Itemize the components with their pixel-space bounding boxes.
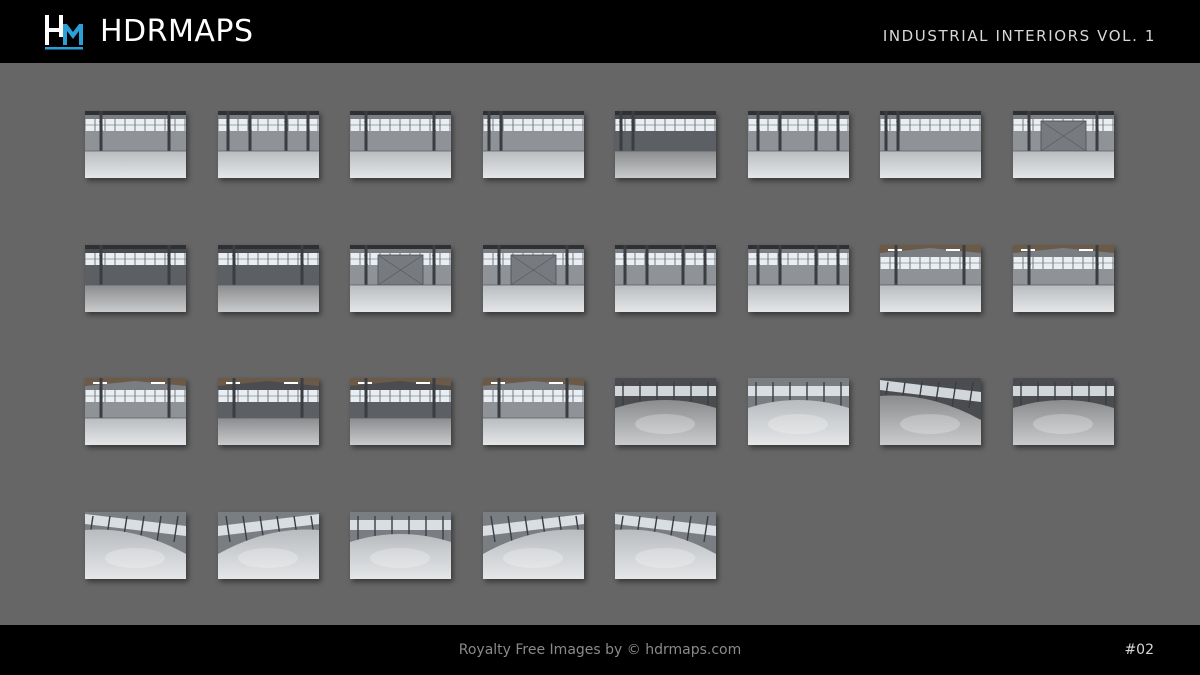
hdri-thumbnail[interactable] [615,378,716,445]
hdri-thumbnail[interactable] [748,245,849,312]
hdri-thumbnail[interactable] [880,378,981,445]
thumbnail-image [880,378,981,445]
logo[interactable]: HDRMAPS [44,14,254,50]
hdri-thumbnail[interactable] [350,111,451,178]
thumbnail-image [350,245,451,312]
hdri-thumbnail[interactable] [350,245,451,312]
thumbnail-image [350,512,451,579]
hdri-thumbnail[interactable] [615,245,716,312]
hdri-thumbnail[interactable] [85,111,186,178]
collection-title: INDUSTRIAL INTERIORS VOL. 1 [882,26,1156,45]
footer-bar: Royalty Free Images by © hdrmaps.com #02 [0,625,1200,675]
credit-text: Royalty Free Images by © hdrmaps.com [458,642,742,658]
hdri-thumbnail[interactable] [85,378,186,445]
hdri-thumbnail[interactable] [218,245,319,312]
thumbnail-image [483,245,584,312]
hdri-thumbnail[interactable] [1013,378,1114,445]
hdri-thumbnail[interactable] [615,512,716,579]
thumbnail-image [218,111,319,178]
hdri-thumbnail[interactable] [880,245,981,312]
hdri-thumbnail[interactable] [218,512,319,579]
hdri-thumbnail[interactable] [748,111,849,178]
thumbnail-image [748,111,849,178]
hdri-thumbnail[interactable] [1013,245,1114,312]
hm-monogram-icon [45,14,83,49]
thumbnail-image [85,512,186,579]
thumbnail-image [615,111,716,178]
thumbnail-image [1013,378,1114,445]
thumbnail-grid [85,111,1115,581]
thumbnail-image [85,378,186,445]
hdri-thumbnail[interactable] [85,245,186,312]
thumbnail-image [748,245,849,312]
hdri-thumbnail[interactable] [748,378,849,445]
thumbnail-image [880,111,981,178]
hdri-thumbnail[interactable] [218,378,319,445]
thumbnail-image [483,512,584,579]
thumbnail-image [615,512,716,579]
hdri-thumbnail[interactable] [483,378,584,445]
hdri-thumbnail[interactable] [483,245,584,312]
hdri-thumbnail[interactable] [218,111,319,178]
hdri-thumbnail[interactable] [85,512,186,579]
hdri-thumbnail[interactable] [350,512,451,579]
hdri-thumbnail[interactable] [483,512,584,579]
thumbnail-image [85,245,186,312]
hdri-thumbnail[interactable] [880,111,981,178]
thumbnail-image [218,245,319,312]
header-bar: HDRMAPS INDUSTRIAL INTERIORS VOL. 1 [0,0,1200,63]
thumbnail-image [1013,111,1114,178]
hdri-thumbnail[interactable] [483,111,584,178]
thumbnail-image [483,378,584,445]
page-number: #02 [1124,642,1154,658]
thumbnail-image [483,111,584,178]
thumbnail-image [85,111,186,178]
thumbnail-image [748,378,849,445]
hdri-thumbnail[interactable] [1013,111,1114,178]
thumbnail-image [350,378,451,445]
hdri-thumbnail[interactable] [615,111,716,178]
thumbnail-image [880,245,981,312]
thumbnail-image [350,111,451,178]
hdri-thumbnail[interactable] [350,378,451,445]
thumbnail-image [218,378,319,445]
brand-name: HDRMAPS [100,14,254,49]
thumbnail-image [615,245,716,312]
thumbnail-image [615,378,716,445]
thumbnail-image [218,512,319,579]
thumbnail-image [1013,245,1114,312]
